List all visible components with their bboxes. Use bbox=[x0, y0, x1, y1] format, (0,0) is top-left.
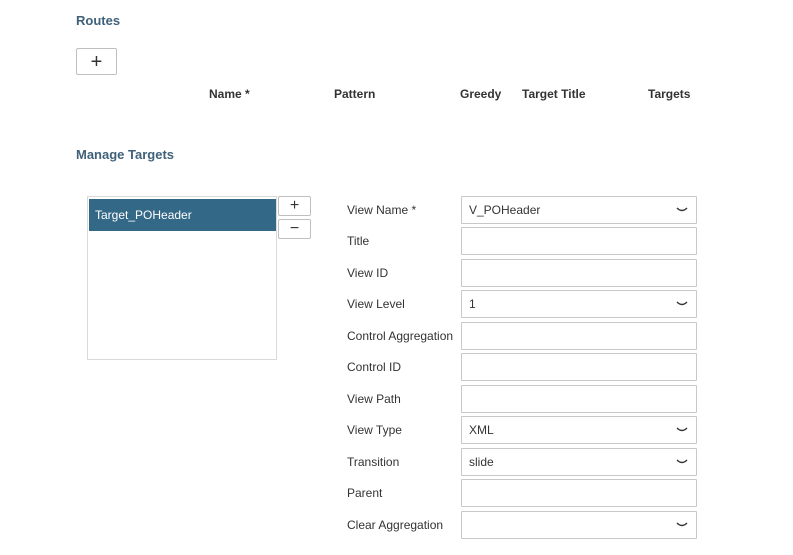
plus-icon: + bbox=[90, 50, 103, 73]
column-header-greedy: Greedy bbox=[460, 87, 502, 101]
chevron-down-icon bbox=[676, 522, 688, 527]
add-target-button[interactable]: + bbox=[278, 196, 311, 216]
control-aggregation-input[interactable] bbox=[461, 322, 697, 350]
view-id-label: View ID bbox=[347, 266, 389, 280]
clear-aggregation-label: Clear Aggregation bbox=[347, 518, 444, 532]
view-path-label: View Path bbox=[347, 392, 401, 406]
view-level-select[interactable]: 1 bbox=[461, 290, 697, 318]
title-label: Title bbox=[347, 234, 370, 248]
view-id-input[interactable] bbox=[461, 259, 697, 287]
chevron-down-icon bbox=[676, 207, 688, 212]
minus-icon: − bbox=[289, 220, 300, 237]
chevron-down-icon bbox=[676, 301, 688, 306]
column-header-target-title: Target Title bbox=[522, 87, 586, 101]
chevron-down-icon bbox=[676, 427, 688, 432]
column-header-pattern: Pattern bbox=[334, 87, 376, 101]
view-type-label: View Type bbox=[347, 423, 402, 437]
remove-target-button[interactable]: − bbox=[278, 219, 311, 239]
target-list-item-selected[interactable]: Target_POHeader bbox=[89, 199, 276, 231]
plus-icon: + bbox=[289, 197, 300, 214]
control-id-label: Control ID bbox=[347, 360, 402, 374]
view-type-value: XML bbox=[469, 423, 494, 437]
targets-list: Target_POHeader bbox=[87, 196, 277, 360]
view-name-label: View Name * bbox=[347, 203, 417, 217]
control-id-input[interactable] bbox=[461, 353, 697, 381]
transition-select[interactable]: slide bbox=[461, 448, 697, 476]
view-path-input[interactable] bbox=[461, 385, 697, 413]
transition-value: slide bbox=[469, 455, 494, 469]
view-type-select[interactable]: XML bbox=[461, 416, 697, 444]
column-header-name: Name * bbox=[209, 87, 250, 101]
parent-label: Parent bbox=[347, 486, 383, 500]
add-route-button[interactable]: + bbox=[76, 48, 117, 75]
title-input[interactable] bbox=[461, 227, 697, 255]
view-level-value: 1 bbox=[469, 297, 476, 311]
chevron-down-icon bbox=[676, 459, 688, 464]
manage-targets-section-title: Manage Targets bbox=[76, 147, 175, 162]
control-aggregation-label: Control Aggregation bbox=[347, 329, 454, 343]
parent-input[interactable] bbox=[461, 479, 697, 507]
view-name-value: V_POHeader bbox=[469, 203, 541, 217]
view-name-select[interactable]: V_POHeader bbox=[461, 196, 697, 224]
view-level-label: View Level bbox=[347, 297, 405, 311]
column-header-targets: Targets bbox=[648, 87, 691, 101]
transition-label: Transition bbox=[347, 455, 400, 469]
clear-aggregation-select[interactable] bbox=[461, 511, 697, 539]
routes-section-title: Routes bbox=[76, 13, 121, 28]
